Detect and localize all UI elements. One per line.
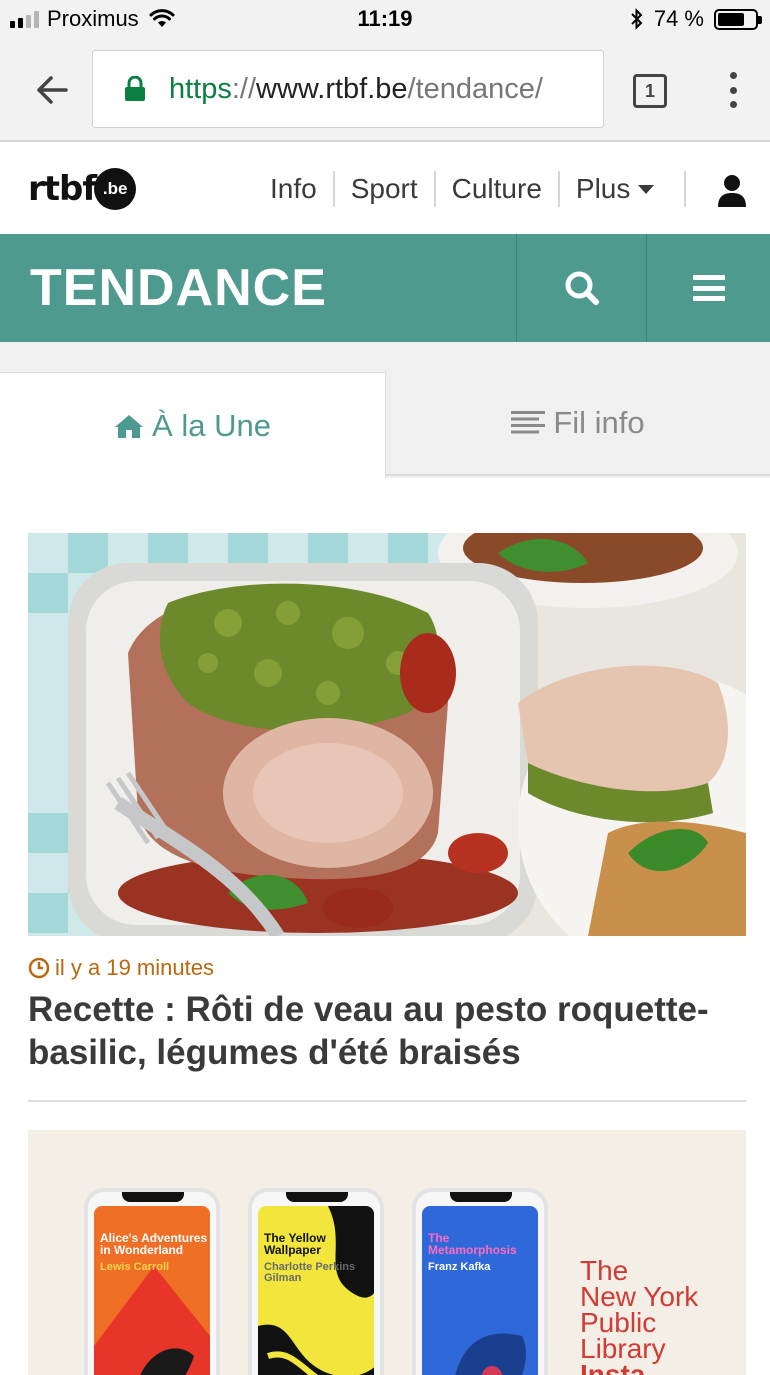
tab-switcher-button[interactable]: 1 [633, 74, 667, 108]
book-title: The Yellow Wallpaper [264, 1231, 326, 1257]
tab-a-la-une[interactable]: À la Une [0, 372, 386, 478]
url-scheme: https [169, 72, 232, 105]
nav-info[interactable]: Info [254, 171, 335, 207]
article-image-roast[interactable] [28, 533, 746, 936]
section-banner: TENDANCE [0, 234, 770, 342]
url-separator: :// [231, 72, 257, 105]
search-button[interactable] [516, 234, 646, 342]
article-image-nypl[interactable]: Alice's Adventures in Wonderland Lewis C… [28, 1130, 746, 1375]
url-text: https://www.rtbf.be/tendance/ [169, 73, 543, 106]
clock-icon [28, 957, 50, 979]
hamburger-icon [692, 275, 725, 301]
bluetooth-icon [631, 8, 643, 30]
article-divider [28, 1100, 746, 1102]
address-bar[interactable]: https://www.rtbf.be/tendance/ [92, 50, 604, 128]
article-headline[interactable]: Recette : Rôti de veau au pesto roquette… [28, 988, 746, 1074]
logo-suffix: .be [94, 168, 137, 210]
nav-plus-label: Plus [575, 173, 631, 204]
menu-button[interactable] [646, 234, 770, 342]
tab-fil-info[interactable]: Fil info [386, 372, 770, 476]
url-path: /tendance/ [407, 72, 543, 105]
book-author: Lewis Carroll [100, 1261, 170, 1273]
browser-toolbar: https://www.rtbf.be/tendance/ 1 [0, 40, 770, 142]
book-title: Alice's Adventures in Wonderland [100, 1231, 208, 1257]
url-host: www.rtbf.be [256, 72, 408, 105]
site-header: rtbf .be Info Sport Culture Plus [0, 144, 770, 234]
book-author: Charlotte Perkins Gilman [264, 1261, 356, 1284]
caret-down-icon [638, 184, 655, 194]
book-title: The Metamorphosis [428, 1231, 517, 1257]
user-icon[interactable] [716, 174, 748, 208]
nypl-brand: The New York Public Library Insta [580, 1257, 698, 1375]
status-right: 74 % [630, 6, 762, 32]
tab-strip: À la Une Fil info [0, 342, 770, 478]
nav-plus[interactable]: Plus [560, 171, 687, 207]
tab-a-la-une-label: À la Une [152, 407, 271, 443]
tab-fil-info-label: Fil info [553, 405, 645, 440]
article-timestamp: il y a 19 minutes [28, 955, 214, 981]
phone-mockup: The Metamorphosis Franz Kafka [412, 1188, 548, 1375]
section-title[interactable]: TENDANCE [30, 258, 327, 318]
back-arrow-icon[interactable] [32, 70, 72, 110]
list-icon [511, 411, 546, 434]
battery-percent: 74 % [653, 6, 704, 31]
logo-wordmark: rtbf [28, 169, 97, 209]
article-time-label: il y a 19 minutes [55, 955, 214, 980]
nav-culture[interactable]: Culture [436, 171, 560, 207]
main-nav: Info Sport Culture Plus [254, 166, 687, 212]
nypl-line: Insta [580, 1359, 646, 1375]
phone-mockup: Alice's Adventures in Wonderland Lewis C… [84, 1188, 220, 1375]
battery-icon [714, 8, 762, 30]
nav-sport[interactable]: Sport [335, 171, 436, 207]
lock-icon [125, 76, 145, 101]
book-author: Franz Kafka [428, 1261, 491, 1273]
search-icon [565, 271, 599, 305]
home-icon [115, 414, 144, 438]
rtbf-logo[interactable]: rtbf .be [28, 168, 137, 210]
phone-mockup: The Yellow Wallpaper Charlotte Perkins G… [248, 1188, 384, 1375]
more-menu-icon[interactable] [728, 72, 738, 108]
status-bar: Proximus 11:19 74 % [0, 0, 770, 40]
